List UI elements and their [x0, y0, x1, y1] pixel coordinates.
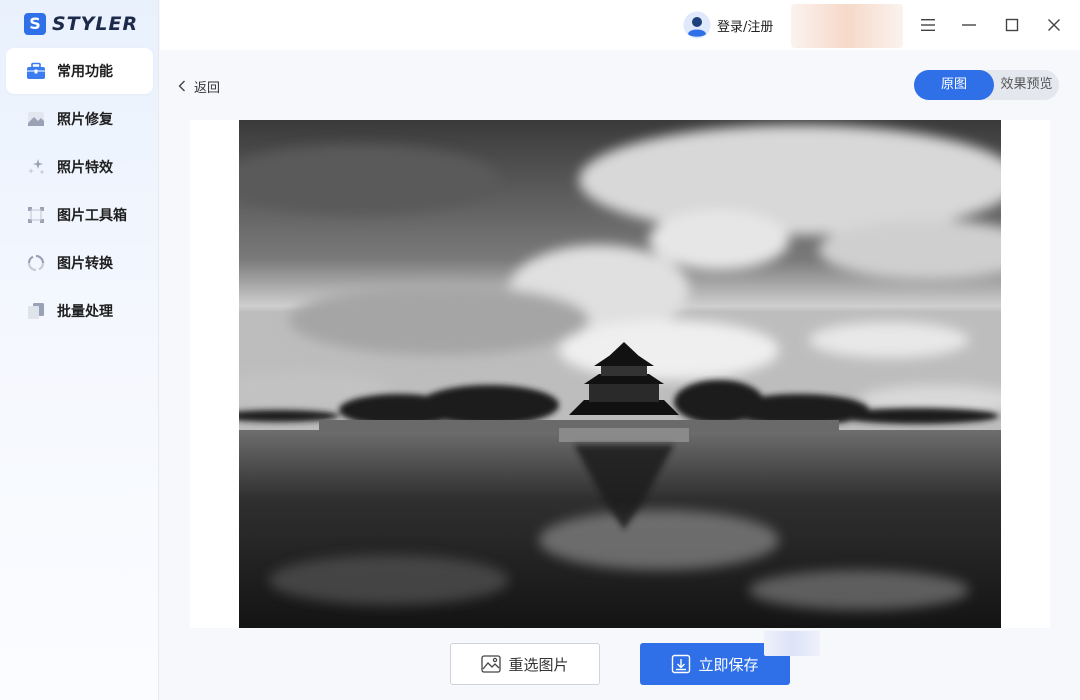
login-button[interactable]: 登录/注册 — [683, 10, 773, 40]
user-avatar-icon — [683, 11, 711, 39]
toggle-original[interactable]: 原图 — [914, 70, 994, 100]
grayscale-photo-image — [239, 120, 1001, 628]
logo-text: STYLER — [52, 13, 139, 35]
image-canvas — [190, 120, 1050, 628]
reselect-image-button[interactable]: 重选图片 — [450, 643, 600, 685]
sidebar-item-photo-effects[interactable]: 照片特效 — [6, 144, 153, 190]
minimize-icon — [962, 24, 976, 26]
sidebar-nav: 常用功能 照片修复 照片特效 图片工具箱 图片转换 批量处理 — [6, 48, 153, 336]
crop-frame-icon — [26, 205, 46, 225]
sidebar-item-label: 图片转换 — [57, 256, 113, 272]
back-button[interactable]: 返回 — [178, 76, 220, 96]
sidebar-item-convert[interactable]: 图片转换 — [6, 240, 153, 286]
promo-banner[interactable] — [791, 4, 903, 48]
chevron-left-icon — [178, 80, 185, 92]
sidebar-item-batch[interactable]: 批量处理 — [6, 288, 153, 334]
save-label: 立即保存 — [698, 655, 759, 674]
sidebar-item-photo-repair[interactable]: 照片修复 — [6, 96, 153, 142]
logo-mark: S — [24, 13, 46, 35]
batch-icon — [26, 301, 46, 321]
menu-icon — [921, 19, 935, 31]
minimize-button[interactable] — [957, 13, 981, 37]
promo-chip — [764, 631, 820, 656]
title-bar: 登录/注册 — [160, 0, 1080, 50]
toolbox-icon — [26, 61, 46, 81]
menu-button[interactable] — [916, 13, 940, 37]
login-label: 登录/注册 — [717, 19, 774, 35]
sidebar-item-label: 图片工具箱 — [57, 208, 127, 224]
close-button[interactable] — [1042, 13, 1066, 37]
sidebar-item-toolbox[interactable]: 图片工具箱 — [6, 192, 153, 238]
view-toggle: 原图 效果预览 — [914, 70, 1059, 100]
sparkle-icon — [26, 157, 46, 177]
sidebar: S STYLER 常用功能 照片修复 照片特效 图片工具箱 图片转换 批量处理 — [0, 0, 159, 700]
sidebar-item-common[interactable]: 常用功能 — [6, 48, 153, 94]
reselect-label: 重选图片 — [508, 655, 569, 674]
convert-icon — [26, 253, 46, 273]
photo-preview — [239, 120, 1001, 628]
toggle-effect-preview[interactable]: 效果预览 — [994, 70, 1059, 100]
sidebar-item-label: 批量处理 — [57, 304, 113, 320]
app-logo: S STYLER — [24, 12, 138, 36]
sidebar-item-label: 常用功能 — [57, 64, 113, 80]
image-reselect-icon — [481, 655, 502, 673]
close-icon — [1048, 19, 1060, 31]
download-icon — [672, 654, 691, 674]
maximize-button[interactable] — [1000, 13, 1024, 37]
sidebar-item-label: 照片修复 — [57, 112, 113, 128]
back-label: 返回 — [194, 80, 221, 96]
maximize-icon — [1005, 18, 1019, 32]
photo-repair-icon — [26, 109, 46, 129]
sidebar-item-label: 照片特效 — [57, 160, 113, 176]
